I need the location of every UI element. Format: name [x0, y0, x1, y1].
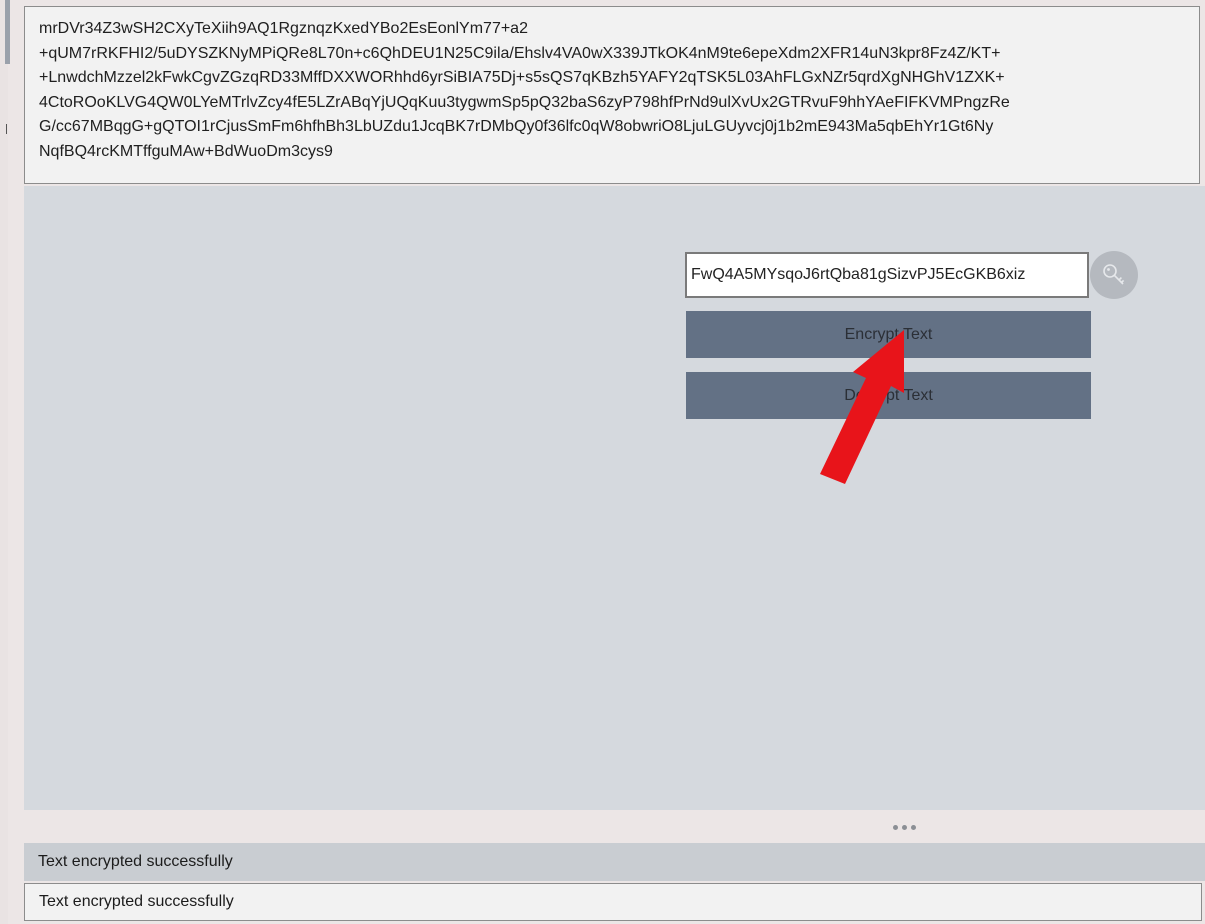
generate-key-button[interactable]: [1090, 251, 1138, 299]
key-input[interactable]: [685, 252, 1089, 298]
status-message-field[interactable]: Text encrypted successfully: [24, 883, 1202, 921]
encrypt-button[interactable]: Encrypt Text: [686, 311, 1091, 358]
splitter-handle[interactable]: [893, 822, 933, 832]
edge-tick: [6, 124, 7, 134]
output-line: +qUM7rRKFHI2/5uDYSZKNyMPiQRe8L70n+c6QhDE…: [39, 44, 1001, 62]
splitter-dot: [893, 824, 898, 830]
key-icon: [1103, 264, 1125, 285]
status-bar: Text encrypted successfully: [24, 843, 1205, 881]
splitter-dot: [911, 824, 916, 830]
window-left-edge: [0, 0, 10, 924]
scroll-grip[interactable]: [5, 0, 10, 64]
status-bar-text: Text encrypted successfully: [38, 853, 233, 870]
status-field-text: Text encrypted successfully: [39, 893, 234, 910]
output-line: mrDVr34Z3wSH2CXyTeXiih9AQ1RgznqzKxedYBo2…: [39, 20, 528, 37]
decrypt-button[interactable]: Decrypt Text: [686, 372, 1091, 419]
output-line: G/cc67MBqgG+gQTOI1rCjusSmFm6hfhBh3LbUZdu…: [39, 118, 994, 135]
output-line: +LnwdchMzzel2kFwkCgvZGzqRD33MffDXXWORhhd…: [39, 69, 1005, 86]
splitter-dot: [902, 824, 907, 830]
output-line: 4CtoROoKLVG4QW0LYeMTrlvZcy4fE5LZrABqYjUQ…: [39, 93, 1010, 111]
output-line: NqfBQ4rcKMTffguMAw+BdWuoDm3cys9: [39, 142, 333, 160]
encrypted-output-textbox[interactable]: mrDVr34Z3wSH2CXyTeXiih9AQ1RgznqzKxedYBo2…: [24, 6, 1200, 184]
